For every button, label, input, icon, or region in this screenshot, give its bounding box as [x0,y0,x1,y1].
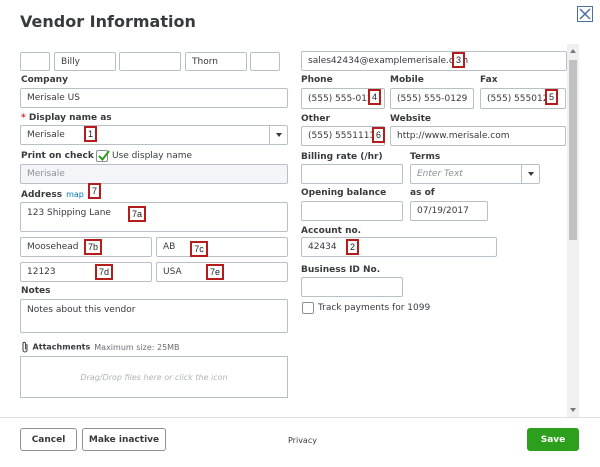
account-no-field[interactable]: 42434 [301,237,497,257]
account-no-label: Account no. [301,226,362,236]
form-scrollbar[interactable] [567,44,579,417]
callout-badge: 5 [545,89,558,105]
notes-label: Notes [21,286,51,296]
scroll-up-icon[interactable] [570,49,576,53]
street-field[interactable]: 123 Shipping Lane [20,202,288,232]
other-label: Other [301,114,330,124]
notes-field[interactable]: Notes about this vendor [20,299,288,333]
callout-badge: 3 [452,52,465,68]
title-field[interactable] [20,52,50,71]
use-display-name-label: Use display name [112,151,193,161]
display-name-value: Merisale [27,130,65,140]
paperclip-icon[interactable] [20,341,30,353]
cancel-button[interactable]: Cancel [20,428,77,451]
vendor-information-dialog: Vendor Information Billy Thorn Company M… [0,0,600,467]
billing-rate-field[interactable] [301,164,403,184]
terms-placeholder: Enter Text [417,169,463,179]
use-display-name-checkbox[interactable] [96,150,110,162]
callout-badge: 1 [84,126,97,142]
callout-badge: 7e [206,264,224,280]
state-field[interactable]: AB [156,237,288,257]
callout-badge: 4 [368,89,381,105]
company-field[interactable]: Merisale US [20,88,288,108]
last-name-field[interactable]: Thorn [185,52,247,71]
callout-badge: 7 [88,183,101,199]
callout-badge: 7b [84,239,102,255]
attachment-drop-zone[interactable]: Drag/Drop files here or click the icon [20,356,288,398]
business-id-field[interactable] [301,277,403,297]
dialog-footer: Cancel Make inactive Privacy Save [0,417,600,467]
print-on-check-field: Merisale [20,164,288,184]
attachments-label: Attachments [32,342,91,352]
required-mark: * [21,113,26,123]
vendor-form: Billy Thorn Company Merisale US * Displa… [0,44,600,417]
save-button[interactable]: Save [527,428,579,451]
first-name-field[interactable]: Billy [54,52,116,71]
callout-badge: 6 [372,127,385,143]
display-name-label-text: Display name as [28,113,112,123]
terms-label: Terms [410,152,441,162]
privacy-link[interactable]: Privacy [288,436,317,445]
mobile-field[interactable]: (555) 555-0129 [390,88,474,109]
close-icon [579,8,591,20]
address-label-text: Address [21,190,63,200]
max-size-text: Maximum size: 25MB [94,342,180,352]
address-label: Address map [21,190,84,200]
display-name-label: * Display name as [21,113,112,123]
website-field[interactable]: http://www.merisale.com [390,126,566,146]
zip-field[interactable]: 12123 [20,262,152,282]
terms-select[interactable]: Enter Text [410,164,540,184]
suffix-field[interactable] [250,52,280,71]
chevron-down-icon[interactable] [269,126,287,144]
email-field[interactable]: sales42434@examplemerisale.com [301,51,567,71]
chevron-down-icon[interactable] [521,165,539,183]
business-id-label: Business ID No. [301,265,381,275]
middle-name-field[interactable] [119,52,181,71]
display-name-select[interactable]: Merisale [20,125,288,145]
map-link[interactable]: map [66,190,84,199]
scroll-thumb[interactable] [569,60,577,240]
opening-balance-label: Opening balance [301,188,387,198]
dialog-title: Vendor Information [20,12,196,31]
company-label: Company [21,75,68,85]
close-button[interactable] [577,6,593,22]
mobile-label: Mobile [390,75,424,85]
phone-label: Phone [301,75,333,85]
fax-label: Fax [480,75,498,85]
callout-badge: 7c [190,241,208,257]
track-1099-checkbox[interactable] [302,302,314,314]
callout-badge: 2 [346,239,359,255]
make-inactive-button[interactable]: Make inactive [82,428,166,451]
as-of-label: as of [410,188,435,198]
callout-badge: 7d [95,264,113,280]
billing-rate-label: Billing rate (/hr) [301,152,383,162]
track-1099-label: Track payments for 1099 [318,303,431,313]
as-of-date-field[interactable]: 07/19/2017 [410,201,488,221]
opening-balance-field[interactable] [301,201,403,221]
scroll-down-icon[interactable] [570,408,576,412]
callout-badge: 7a [128,206,146,222]
website-label: Website [390,114,432,124]
attachments-row: Attachments Maximum size: 25MB [20,341,180,353]
checkmark-icon [98,150,110,162]
